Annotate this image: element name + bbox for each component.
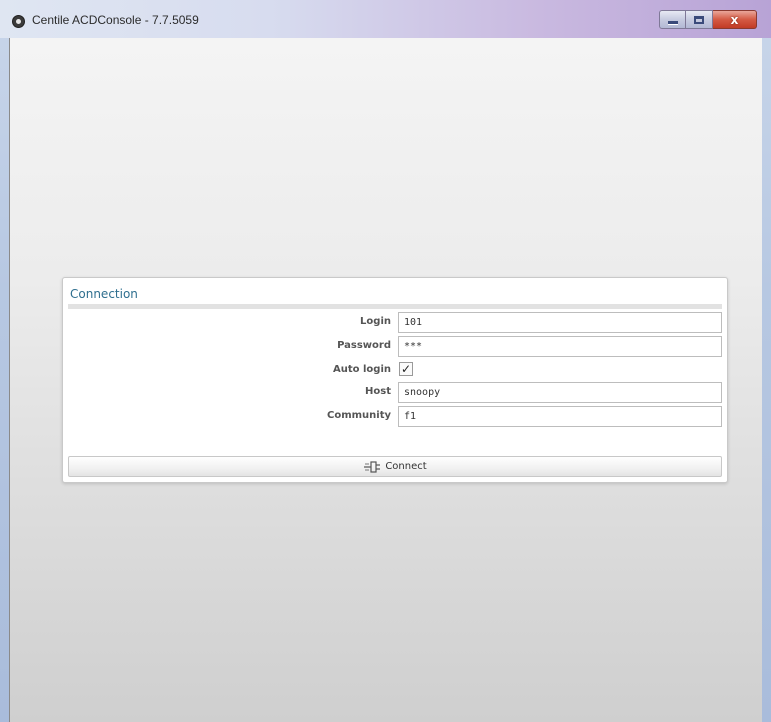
minimize-icon <box>667 21 678 24</box>
panel-divider <box>68 304 722 309</box>
app-window: Centile ACDConsole - 7.7.5059 x Connecti… <box>0 0 771 722</box>
community-input[interactable] <box>398 406 722 427</box>
window-controls: x <box>659 10 757 29</box>
login-row: Login <box>63 312 729 334</box>
connect-button[interactable]: Connect <box>68 456 722 477</box>
host-input[interactable] <box>398 382 722 403</box>
password-input[interactable] <box>398 336 722 357</box>
auto-login-label: Auto login <box>333 364 391 375</box>
close-icon: x <box>730 12 739 27</box>
check-mark-icon: ✓ <box>400 362 412 376</box>
title-bar[interactable]: Centile ACDConsole - 7.7.5059 x <box>0 0 771 38</box>
password-row: Password <box>63 336 729 358</box>
password-label: Password <box>337 340 391 351</box>
window-title: Centile ACDConsole - 7.7.5059 <box>32 13 199 27</box>
plug-icon <box>364 460 381 473</box>
community-label: Community <box>326 410 391 421</box>
connect-label: Connect <box>385 461 427 472</box>
panel-title: Connection <box>70 287 138 301</box>
maximize-icon <box>694 15 704 24</box>
host-label: Host <box>365 386 391 397</box>
maximize-button[interactable] <box>686 10 713 29</box>
connection-panel: Connection Login Password Auto login ✓ H… <box>62 277 728 483</box>
login-label: Login <box>360 316 391 327</box>
community-row: Community <box>63 406 729 428</box>
app-icon <box>12 15 25 28</box>
auto-login-checkbox[interactable]: ✓ <box>399 362 413 376</box>
minimize-button[interactable] <box>659 10 686 29</box>
login-input[interactable] <box>398 312 722 333</box>
close-button[interactable]: x <box>713 10 757 29</box>
auto-login-row: Auto login ✓ <box>63 360 729 382</box>
host-row: Host <box>63 382 729 404</box>
